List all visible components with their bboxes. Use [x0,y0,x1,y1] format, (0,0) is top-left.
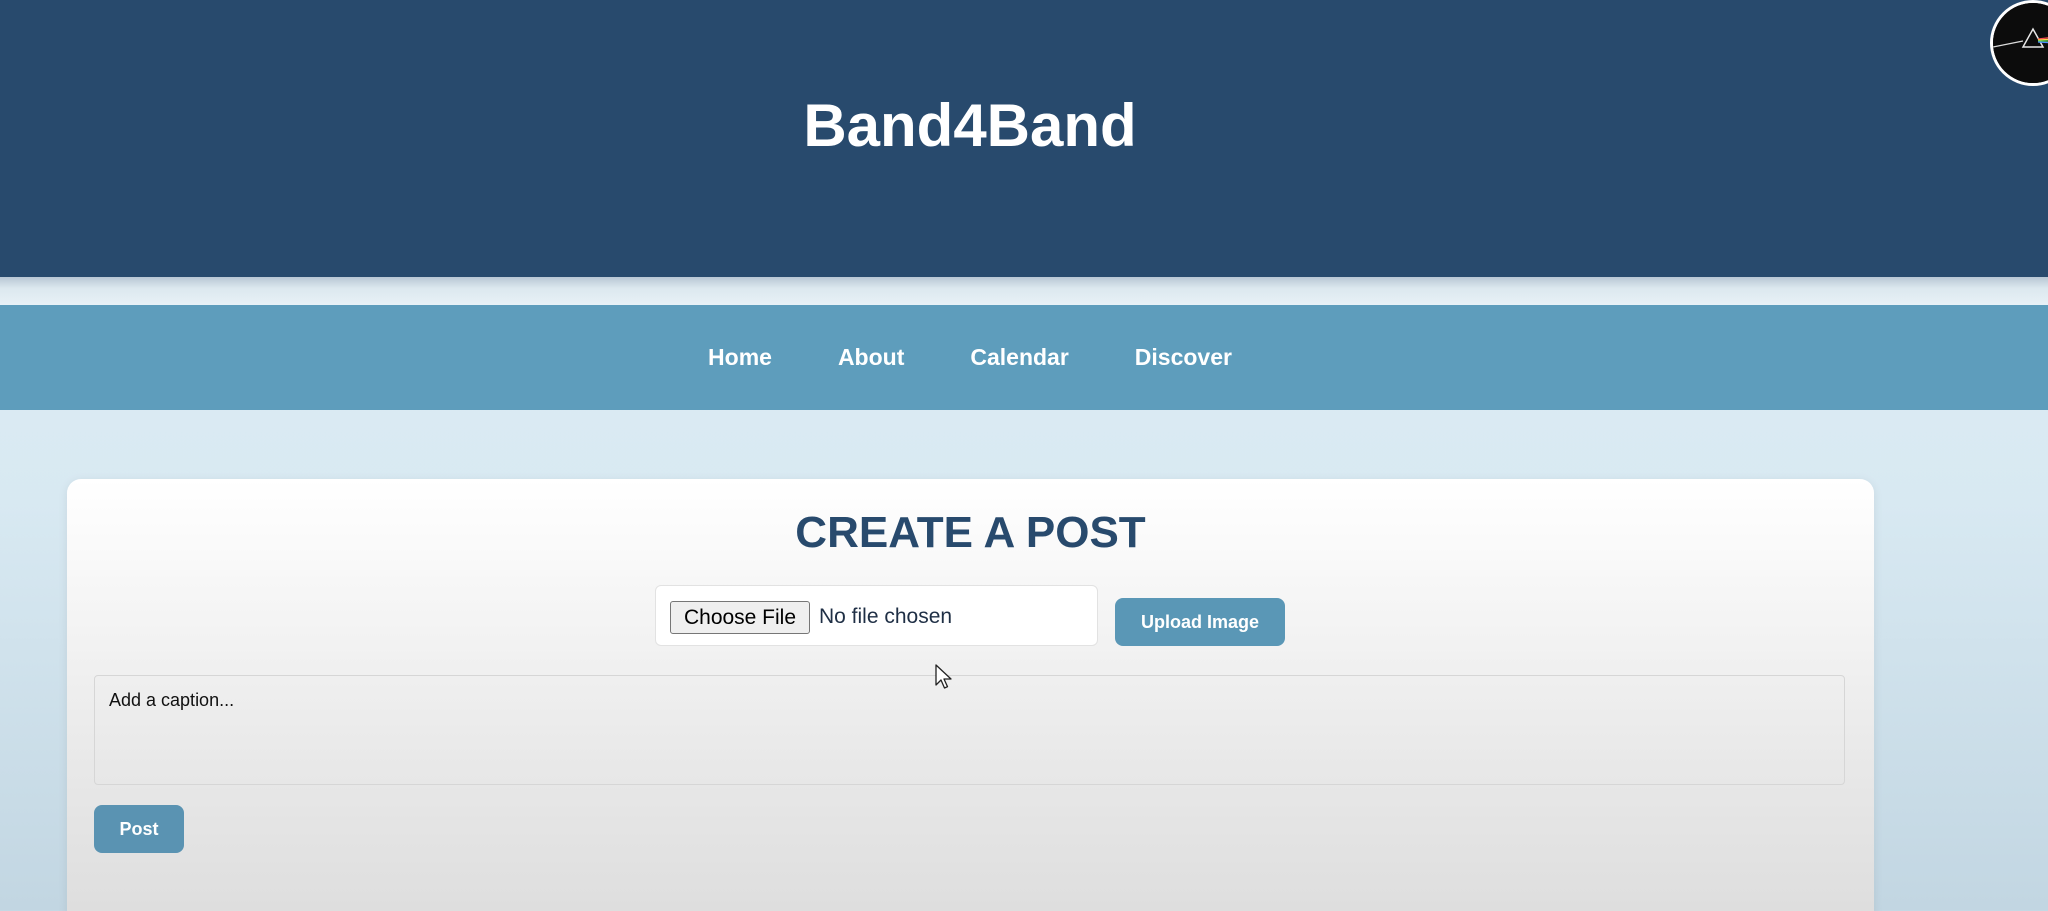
caption-input[interactable] [94,675,1845,785]
site-header: Band4Band [0,0,2048,277]
nav-calendar-link[interactable]: Calendar [970,344,1068,371]
site-title: Band4Band [803,92,1137,159]
nav-about-link[interactable]: About [838,344,904,371]
mouse-pointer-icon [935,664,952,689]
profile-avatar[interactable] [1990,0,2048,86]
create-post-card: CREATE A POST Choose File No file chosen… [67,479,1874,911]
choose-file-button[interactable]: Choose File [670,601,810,634]
nav-discover-link[interactable]: Discover [1135,344,1232,371]
upload-image-button[interactable]: Upload Image [1115,598,1285,646]
file-input[interactable]: Choose File No file chosen [655,585,1098,646]
file-status-text: No file chosen [819,605,953,628]
header-divider [0,277,2048,305]
nav-items: Home About Calendar Discover [0,305,1940,410]
post-button[interactable]: Post [94,805,184,853]
create-post-title: CREATE A POST [795,508,1146,557]
avatar-prism-icon [1993,3,2048,83]
nav-home-link[interactable]: Home [708,344,772,371]
main-nav: Home About Calendar Discover [0,305,2048,410]
